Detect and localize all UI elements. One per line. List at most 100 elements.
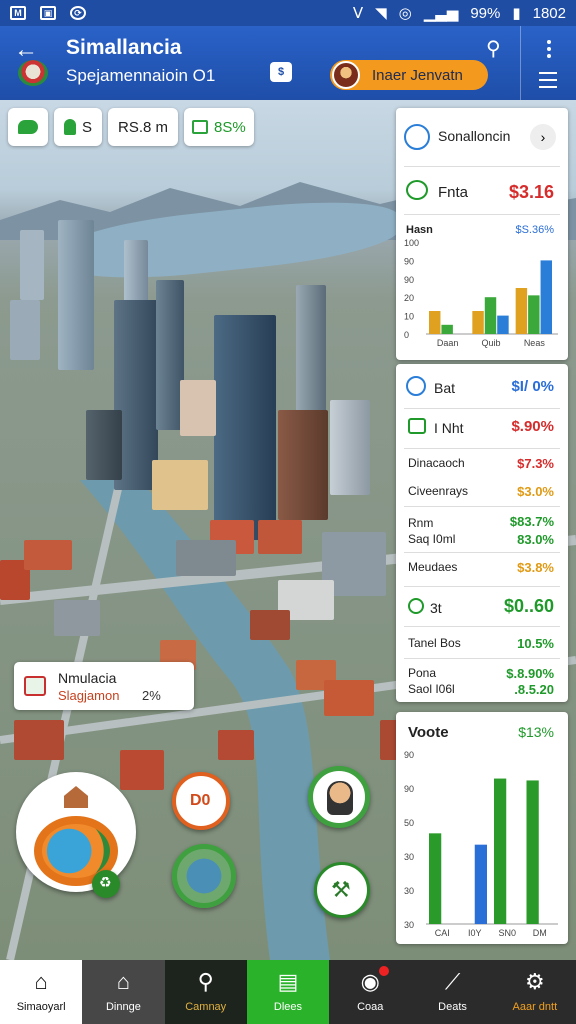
- menu-button[interactable]: [539, 72, 557, 93]
- bar-quib-0: [472, 311, 484, 334]
- nav-label: Dinnge: [105, 1001, 141, 1013]
- tower: [86, 410, 122, 480]
- expand-button[interactable]: ›: [530, 124, 556, 150]
- gauge-icon: ◉: [360, 969, 380, 994]
- wifi-icon: ◥: [375, 5, 387, 22]
- bar-dm-0: [526, 780, 539, 924]
- bar-quib-1: [484, 297, 497, 334]
- tower: [330, 400, 370, 495]
- y-tick-label: 10: [404, 312, 414, 322]
- bar-neas-0: [515, 288, 528, 334]
- rooftop: [250, 610, 290, 640]
- bar-i0y-1: [474, 844, 487, 924]
- bar-daan-1: [441, 324, 453, 334]
- mail-icon: M: [10, 6, 26, 20]
- nav-charts[interactable]: ⟋ Deats: [411, 960, 494, 1024]
- building: [180, 380, 216, 436]
- y-tick-label: 30: [404, 920, 414, 930]
- tower: [214, 315, 276, 540]
- y-tick-label: 30: [404, 886, 414, 896]
- search-button[interactable]: ⚲: [486, 36, 501, 61]
- clock: 1802: [532, 4, 566, 22]
- alarm-icon: ◎: [398, 5, 412, 22]
- map-widget[interactable]: [172, 844, 236, 908]
- nav-settings[interactable]: ⚙ Aaar dntt: [493, 960, 576, 1024]
- nav-gauge[interactable]: ◉ Coaa: [329, 960, 412, 1024]
- gear-icon: ⚙: [524, 969, 545, 994]
- sync-icon: ⟳: [70, 6, 86, 20]
- y-tick-label: 0: [404, 330, 409, 340]
- rooftop: [14, 720, 64, 760]
- document-icon: [24, 676, 46, 696]
- chart-icon: ⟋: [444, 969, 461, 994]
- rooftop: [176, 540, 236, 576]
- nav-buildings[interactable]: ⌂ Dinnge: [82, 960, 165, 1024]
- avatar: [327, 781, 353, 815]
- bar-daan-0: [429, 311, 441, 334]
- chip-budget[interactable]: RS.8 m: [108, 108, 179, 146]
- bar-sn0-0: [494, 778, 507, 924]
- nav-label: Deats: [438, 1001, 467, 1013]
- nav-label: Coaa: [357, 1001, 384, 1013]
- chip-approval-value: 8S%: [214, 118, 246, 136]
- x-tick-label: DM: [533, 928, 547, 938]
- chip-approval[interactable]: 8S%: [184, 108, 254, 146]
- metric-value: 10.5%: [517, 636, 554, 651]
- finance-panel: Sonalloncin › Fnta $3.16 Hasn $S.36% 100…: [396, 108, 568, 360]
- info-card[interactable]: Nmulacia Slagjamon 2%: [14, 662, 194, 710]
- globe-widget[interactable]: [16, 772, 136, 892]
- nav-documents[interactable]: ▤ Dlees: [246, 960, 330, 1024]
- battery-icon: ▮: [512, 5, 521, 22]
- chat-button[interactable]: $: [270, 62, 292, 82]
- y-tick-label: 100: [404, 238, 419, 248]
- panel-row-value: $3.16: [508, 182, 554, 202]
- y-tick-label: 90: [404, 784, 414, 794]
- stats-badge[interactable]: D0: [172, 772, 230, 830]
- vibrate-icon: Ⅴ: [352, 5, 364, 22]
- nav-home[interactable]: ⌂ Simaoyarl: [0, 960, 83, 1024]
- nav-search[interactable]: ⚲ Camnay: [164, 960, 247, 1024]
- app-title: Simallancia: [66, 36, 182, 59]
- metric-value: $I/ 0%: [511, 378, 554, 395]
- metric-label: Bat: [434, 380, 456, 396]
- chip-population[interactable]: S: [54, 108, 103, 146]
- tools-widget[interactable]: ⚒: [314, 862, 370, 918]
- bar-chart-a: 100909020100Daan Quib Neas: [404, 238, 558, 348]
- rooftop: [120, 750, 164, 790]
- person-icon: [64, 119, 76, 135]
- coin-icon: [408, 598, 424, 614]
- home-icon: ⌂: [34, 969, 48, 994]
- house-icon: [64, 786, 88, 808]
- metric-value: .8.5.20: [514, 682, 554, 697]
- nav-label: Dlees: [273, 1001, 303, 1013]
- house-icon: ⌂: [116, 969, 131, 994]
- avatar: [332, 61, 360, 89]
- action-button[interactable]: Inaer Jenvatn: [330, 60, 488, 90]
- signal-icon: ▁▃▅: [423, 5, 459, 22]
- rooftop: [218, 730, 254, 760]
- notification-icons: M ▣ ⟳: [10, 6, 86, 20]
- bank-icon: [406, 376, 426, 396]
- tower: [278, 410, 328, 520]
- bar-neas-1: [528, 295, 540, 334]
- search-icon: ⚲: [197, 969, 214, 994]
- action-button-label: Inaer Jenvatn: [372, 66, 463, 84]
- y-tick-label: 90: [404, 256, 414, 266]
- x-tick-label: CAI: [435, 928, 450, 938]
- x-tick-label: Daan: [437, 338, 459, 348]
- chip-budget-value: RS.8 m: [118, 118, 169, 136]
- status-bar: M ▣ ⟳ Ⅴ ◥ ◎ ▁▃▅ 99% ▮ 1802: [0, 0, 576, 26]
- more-options-button[interactable]: [547, 40, 551, 58]
- chart-header: Hasn: [406, 224, 433, 236]
- app-subtitle: Spejamennaioin O1: [66, 66, 216, 85]
- metric-value: $.8.90%: [506, 666, 554, 681]
- metric-value: $3.8%: [517, 560, 554, 575]
- money-icon: [408, 418, 426, 434]
- chip-environment[interactable]: [8, 108, 48, 146]
- tower: [20, 230, 44, 300]
- metric-value: 83.0%: [517, 532, 554, 547]
- eco-badge[interactable]: ♻: [92, 870, 120, 898]
- rooftop: [258, 520, 302, 554]
- metric-value: $0..60: [503, 596, 554, 616]
- advisor-avatar[interactable]: [308, 766, 370, 828]
